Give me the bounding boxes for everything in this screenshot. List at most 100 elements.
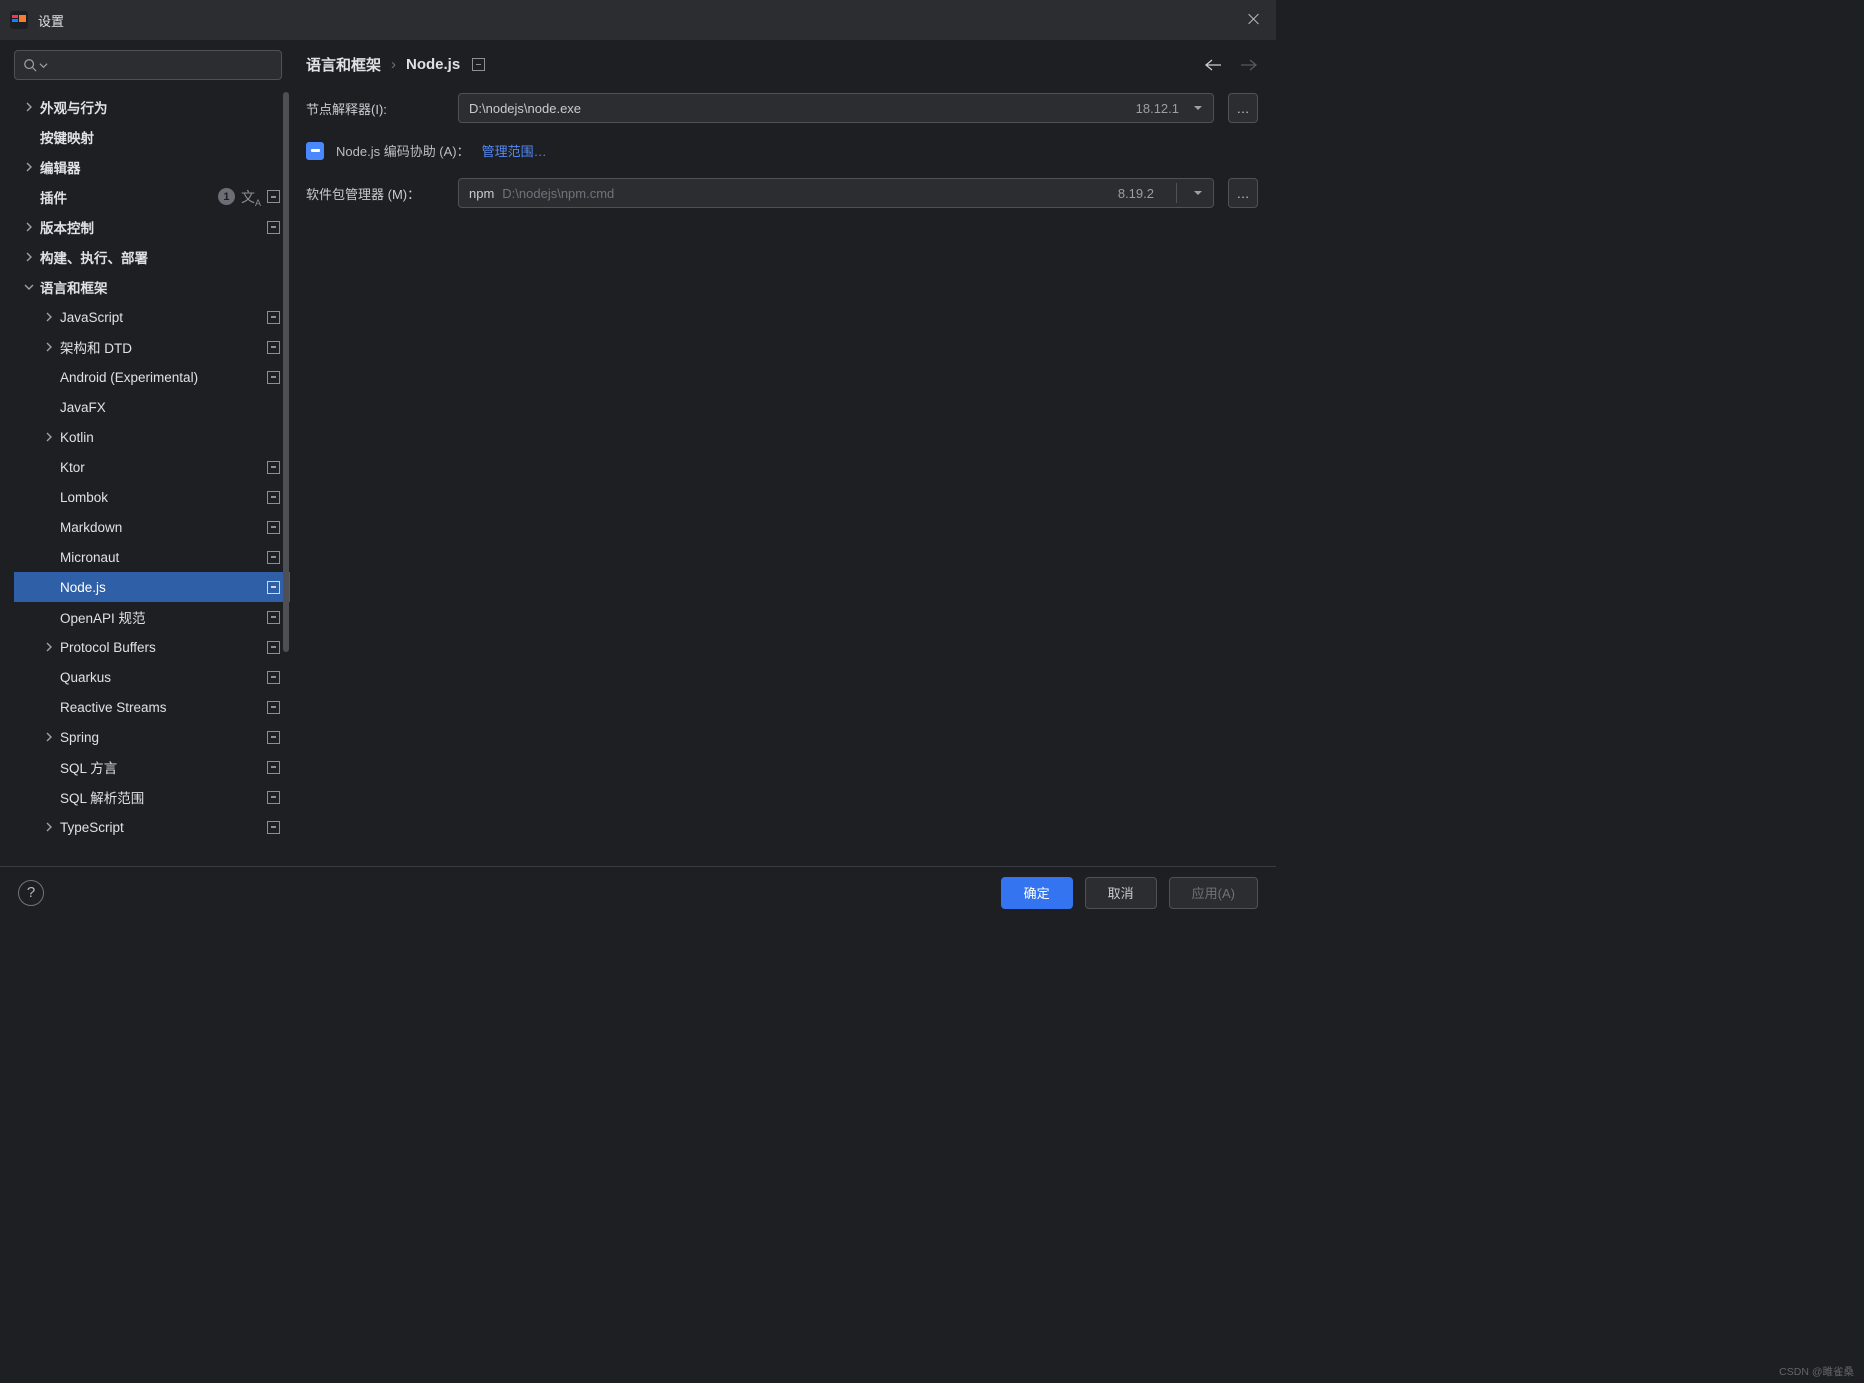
interpreter-label: 节点解释器(I): <box>306 99 444 118</box>
tree-item-label: 编辑器 <box>40 157 280 177</box>
ok-button[interactable]: 确定 <box>1001 877 1073 909</box>
language-icon: 文A <box>241 187 261 208</box>
project-scope-icon <box>267 491 280 504</box>
project-scope-icon <box>267 671 280 684</box>
breadcrumb-parent[interactable]: 语言和框架 <box>306 54 381 75</box>
tree-item-spring[interactable]: Spring <box>14 722 290 752</box>
search-input[interactable] <box>14 50 282 80</box>
breadcrumb: 语言和框架 › Node.js <box>306 54 1204 75</box>
project-scope-icon <box>267 221 280 234</box>
tree-item-micronaut[interactable]: Micronaut <box>14 542 290 572</box>
watermark: CSDN @雎雀桑 <box>1779 1364 1854 1379</box>
package-manager-row: 软件包管理器 (M)： npm D:\nodejs\npm.cmd 8.19.2… <box>306 178 1258 208</box>
project-scope-icon <box>267 821 280 834</box>
project-scope-icon <box>267 791 280 804</box>
tree-item-sql-[interactable]: SQL 方言 <box>14 752 290 782</box>
tree-item-javafx[interactable]: JavaFX <box>14 392 290 422</box>
chevron-right-icon <box>42 310 56 324</box>
project-scope-icon <box>267 371 280 384</box>
tree-item--[interactable]: 版本控制 <box>14 212 290 242</box>
tree-item-label: JavaFX <box>60 400 280 415</box>
coding-assist-checkbox[interactable] <box>306 142 324 160</box>
tree-item-kotlin[interactable]: Kotlin <box>14 422 290 452</box>
tree-item-label: TypeScript <box>60 820 267 835</box>
tree-item--[interactable]: 编辑器 <box>14 152 290 182</box>
chevron-right-icon <box>22 100 36 114</box>
pkg-manager-label: 软件包管理器 (M)： <box>306 184 444 203</box>
tree-item--dtd[interactable]: 架构和 DTD <box>14 332 290 362</box>
tree-item-openapi-[interactable]: OpenAPI 规范 <box>14 602 290 632</box>
tree-item-label: Node.js <box>60 580 267 595</box>
project-scope-icon <box>267 341 280 354</box>
nav-forward-icon <box>1240 58 1258 72</box>
tree-item-label: 插件 <box>40 187 218 207</box>
project-scope-icon <box>267 311 280 324</box>
coding-assist-label: Node.js 编码协助 (A)： <box>336 141 470 160</box>
pkg-manager-path: D:\nodejs\npm.cmd <box>502 186 614 201</box>
chevron-down-icon <box>22 280 36 294</box>
chevron-down-icon <box>1193 188 1203 198</box>
interpreter-value: D:\nodejs\node.exe <box>469 101 1128 116</box>
tree-item-label: Spring <box>60 730 267 745</box>
tree-item-label: 语言和框架 <box>40 277 280 297</box>
tree-item-label: Lombok <box>60 490 267 505</box>
tree-item-node-js[interactable]: Node.js <box>14 572 290 602</box>
settings-tree: 外观与行为按键映射 编辑器插件1 文A 版本控制 构建、执行、部署 语言和框架 J… <box>14 92 290 866</box>
chevron-right-icon <box>42 340 56 354</box>
tree-item-markdown[interactable]: Markdown <box>14 512 290 542</box>
tree-item-label: 按键映射 <box>40 127 280 147</box>
project-scope-icon <box>472 58 485 71</box>
help-button[interactable]: ? <box>18 880 44 906</box>
manage-scope-link[interactable]: 管理范围… <box>482 141 547 160</box>
tree-scrollbar[interactable] <box>282 92 290 682</box>
tree-item--[interactable]: 按键映射 <box>14 122 290 152</box>
tree-item-protocol-buffers[interactable]: Protocol Buffers <box>14 632 290 662</box>
tree-item-quarkus[interactable]: Quarkus <box>14 662 290 692</box>
coding-assist-row: Node.js 编码协助 (A)： 管理范围… <box>306 141 1258 160</box>
interpreter-version: 18.12.1 <box>1136 101 1179 116</box>
tree-item-ktor[interactable]: Ktor <box>14 452 290 482</box>
breadcrumb-sep: › <box>391 56 396 73</box>
project-scope-icon <box>267 551 280 564</box>
pkg-manager-combo[interactable]: npm D:\nodejs\npm.cmd 8.19.2 <box>458 178 1214 208</box>
project-scope-icon <box>267 731 280 744</box>
tree-item-label: 外观与行为 <box>40 97 280 117</box>
close-icon[interactable] <box>1244 10 1262 28</box>
tree-item-android-experimental-[interactable]: Android (Experimental) <box>14 362 290 392</box>
tree-item-label: SQL 解析范围 <box>60 787 267 807</box>
project-scope-icon <box>267 641 280 654</box>
project-scope-icon <box>267 581 280 594</box>
chevron-right-icon <box>42 430 56 444</box>
tree-item-javascript[interactable]: JavaScript <box>14 302 290 332</box>
tree-scroll-thumb[interactable] <box>283 92 289 652</box>
chevron-right-icon <box>22 220 36 234</box>
tree-item-lombok[interactable]: Lombok <box>14 482 290 512</box>
pkg-manager-browse-button[interactable]: … <box>1228 178 1258 208</box>
tree-item-label: OpenAPI 规范 <box>60 607 267 627</box>
interpreter-combo[interactable]: D:\nodejs\node.exe 18.12.1 <box>458 93 1214 123</box>
app-icon <box>10 11 28 29</box>
project-scope-icon <box>267 611 280 624</box>
tree-item-label: Reactive Streams <box>60 700 267 715</box>
apply-button: 应用(A) <box>1169 877 1258 909</box>
nav-back-icon[interactable] <box>1204 58 1222 72</box>
titlebar: 设置 <box>0 0 1276 40</box>
tree-item--[interactable]: 构建、执行、部署 <box>14 242 290 272</box>
chevron-right-icon <box>42 820 56 834</box>
tree-item--[interactable]: 外观与行为 <box>14 92 290 122</box>
tree-item--[interactable]: 语言和框架 <box>14 272 290 302</box>
pkg-manager-version: 8.19.2 <box>1118 186 1154 201</box>
cancel-button[interactable]: 取消 <box>1085 877 1157 909</box>
tree-item-typescript[interactable]: TypeScript <box>14 812 290 842</box>
update-badge: 1 <box>218 188 235 205</box>
dialog-footer: ? 确定 取消 应用(A) <box>0 866 1276 918</box>
project-scope-icon <box>267 190 280 203</box>
interpreter-browse-button[interactable]: … <box>1228 93 1258 123</box>
tree-item-reactive-streams[interactable]: Reactive Streams <box>14 692 290 722</box>
project-scope-icon <box>267 761 280 774</box>
tree-item--[interactable]: 插件1 文A <box>14 182 290 212</box>
sidebar: 外观与行为按键映射 编辑器插件1 文A 版本控制 构建、执行、部署 语言和框架 J… <box>0 40 290 866</box>
tree-item-sql-[interactable]: SQL 解析范围 <box>14 782 290 812</box>
tree-item-label: JavaScript <box>60 310 267 325</box>
tree-item-label: Android (Experimental) <box>60 370 267 385</box>
